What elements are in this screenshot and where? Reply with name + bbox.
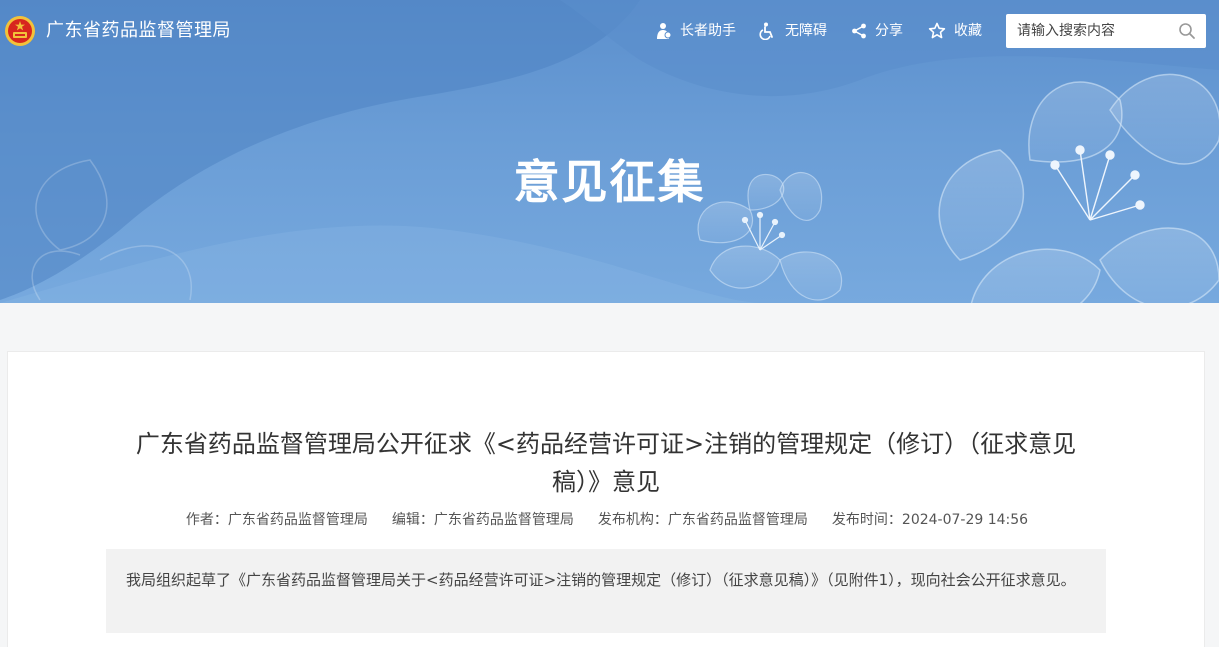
wheelchair-icon: [759, 22, 773, 40]
site-name[interactable]: 广东省药品监督管理局: [46, 19, 231, 43]
meta-publish-time: 发布时间：2024-07-29 14:56: [831, 512, 1029, 528]
search-input[interactable]: [1006, 14, 1174, 48]
article-summary: 我局组织起草了《广东省药品监督管理局关于<药品经营许可证>注销的管理规定（修订）…: [106, 549, 1106, 633]
search-icon[interactable]: [1178, 22, 1196, 40]
meta-author: 作者：广东省药品监督管理局: [185, 512, 368, 528]
banner-title: 意见征集: [513, 155, 706, 209]
meta-editor: 编辑：广东省药品监督管理局: [391, 512, 574, 528]
article-meta: 作者：广东省药品监督管理局 编辑：广东省药品监督管理局 发布机构：广东省药品监督…: [8, 510, 1206, 530]
search-box: [1006, 14, 1206, 48]
share-button[interactable]: 分享: [851, 19, 903, 43]
star-icon: [928, 22, 946, 39]
national-emblem-icon[interactable]: [4, 15, 36, 47]
elder-assist-button[interactable]: 长者助手: [654, 19, 736, 43]
share-label: 分享: [875, 23, 903, 39]
article-title: 广东省药品监督管理局公开征求《<药品经营许可证>注销的管理规定（修订）（征求意见…: [135, 430, 1077, 496]
accessibility-label: 无障碍: [785, 23, 827, 39]
banner: 广东省药品监督管理局 长者助手 无障碍 分享 收藏 请输入搜索内容 意见征集: [0, 0, 1219, 303]
favorite-button[interactable]: 收藏: [928, 19, 982, 43]
share-icon: [852, 23, 866, 39]
meta-publisher: 发布机构：广东省药品监督管理局: [597, 512, 808, 528]
elder-assist-label: 长者助手: [680, 23, 736, 39]
top-bar: 广东省药品监督管理局 长者助手 无障碍 分享 收藏 请输入搜索内容: [0, 0, 1219, 60]
accessibility-button[interactable]: 无障碍: [759, 19, 827, 43]
article-card: 广东省药品监督管理局公开征求《<药品经营许可证>注销的管理规定（修订）（征求意见…: [7, 351, 1205, 647]
favorite-label: 收藏: [954, 23, 982, 39]
elder-assist-icon: [657, 23, 672, 39]
